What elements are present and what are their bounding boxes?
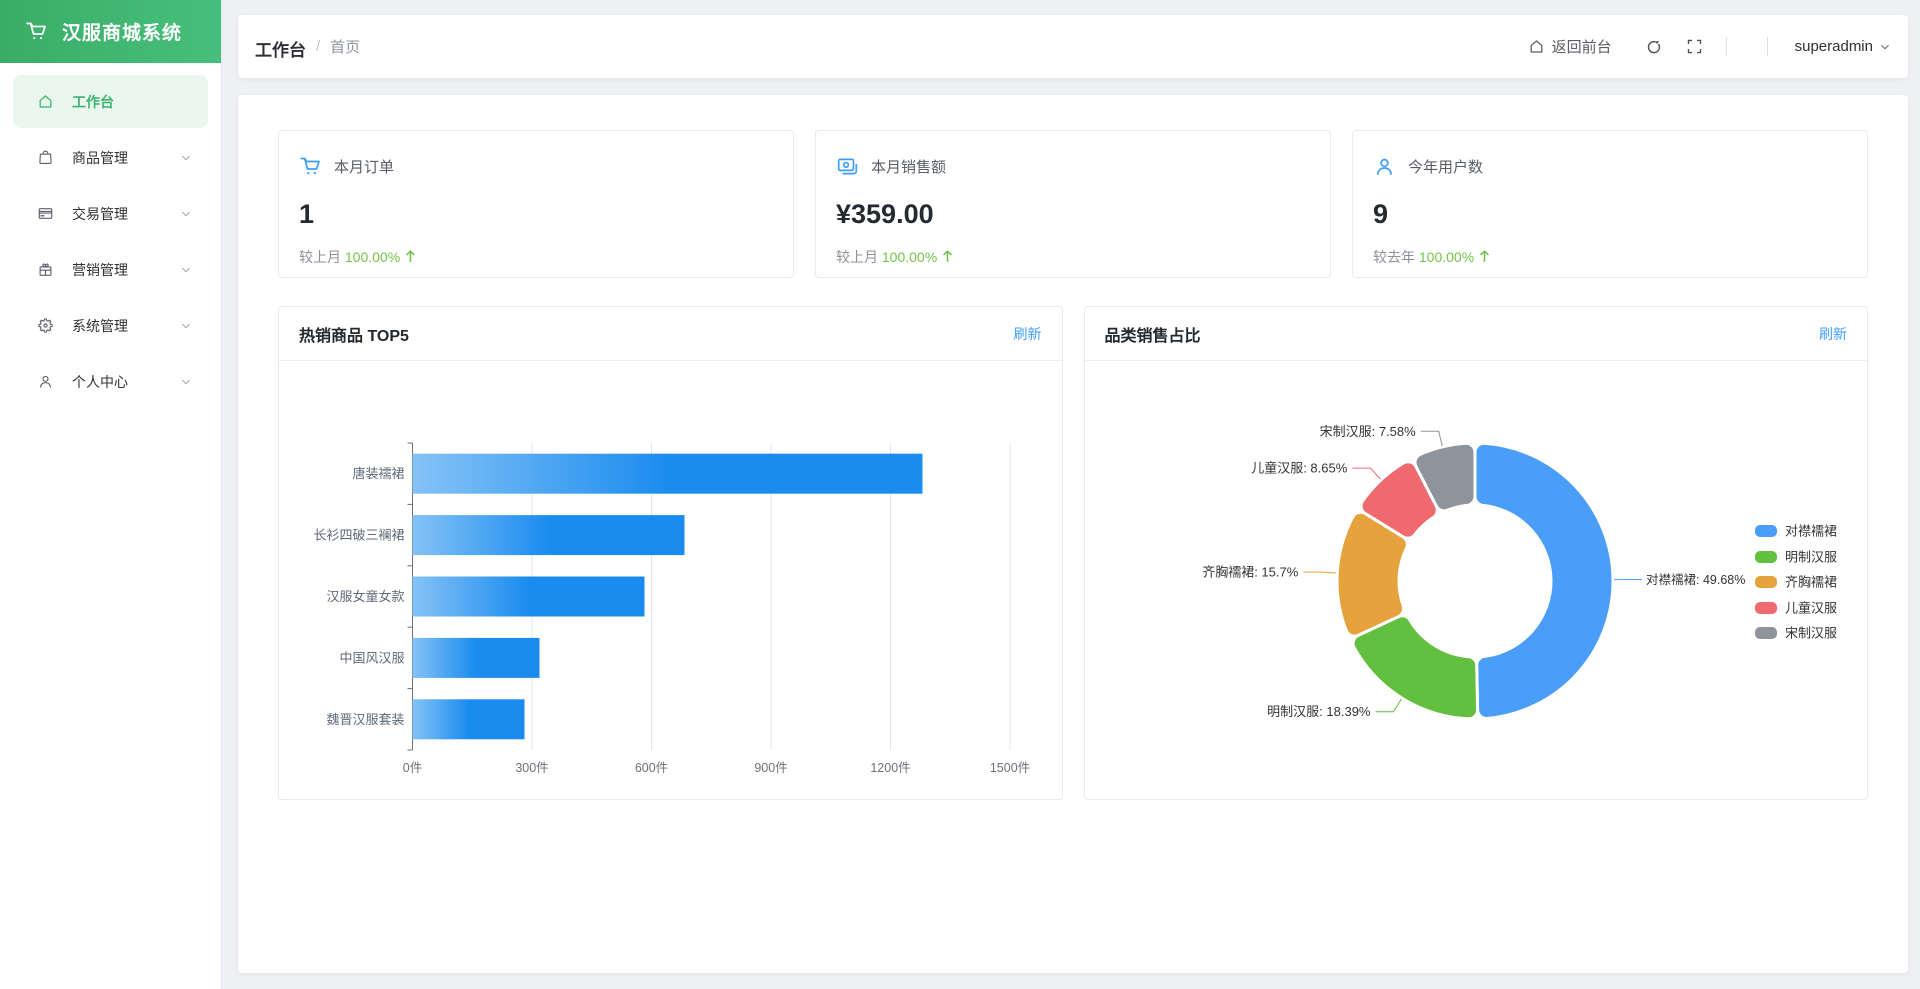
svg-text:1500件: 1500件 xyxy=(990,761,1030,775)
svg-text:儿童汉服: 儿童汉服 xyxy=(1785,601,1837,616)
svg-text:齐胸襦裙: 齐胸襦裙 xyxy=(1785,575,1837,590)
svg-text:齐胸襦裙: 15.7%: 齐胸襦裙: 15.7% xyxy=(1202,565,1299,580)
svg-text:0件: 0件 xyxy=(403,761,422,775)
svg-text:长衫四破三襕裙: 长衫四破三襕裙 xyxy=(313,528,404,543)
svg-text:明制汉服: 明制汉服 xyxy=(1785,550,1837,565)
svg-text:1200件: 1200件 xyxy=(870,761,910,775)
svg-text:对襟襦裙: 49.68%: 对襟襦裙: 49.68% xyxy=(1646,572,1745,587)
svg-text:唐装襦裙: 唐装襦裙 xyxy=(352,466,404,481)
svg-text:汉服女童女款: 汉服女童女款 xyxy=(326,589,404,604)
svg-text:儿童汉服: 8.65%: 儿童汉服: 8.65% xyxy=(1251,461,1348,476)
svg-text:明制汉服: 18.39%: 明制汉服: 18.39% xyxy=(1267,704,1371,719)
svg-text:900件: 900件 xyxy=(754,761,787,775)
svg-text:魏晋汉服套装: 魏晋汉服套装 xyxy=(326,712,404,727)
svg-text:对襟襦裙: 对襟襦裙 xyxy=(1785,524,1837,539)
svg-text:宋制汉服: 7.58%: 宋制汉服: 7.58% xyxy=(1319,424,1416,439)
svg-text:中国风汉服: 中国风汉服 xyxy=(339,650,404,665)
svg-text:600件: 600件 xyxy=(635,761,668,775)
svg-text:300件: 300件 xyxy=(515,761,548,775)
svg-text:宋制汉服: 宋制汉服 xyxy=(1785,626,1837,641)
